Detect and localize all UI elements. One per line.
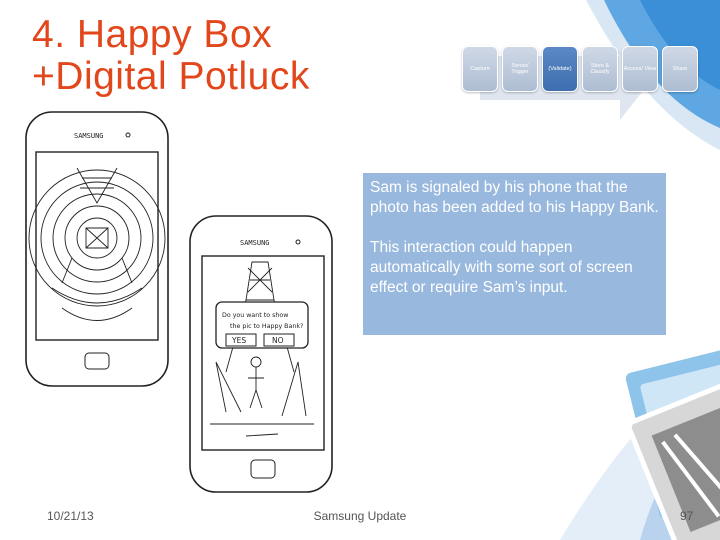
dialog-line-2: the pic to Happy Bank? (230, 323, 303, 330)
title-line-2: +Digital Potluck (32, 55, 310, 98)
info-paragraph-1: Sam is signaled by his phone that the ph… (370, 179, 659, 216)
phone1-brand: SAMSUNG (74, 132, 104, 140)
phone-sketch-swirl: SAMSUNG (25, 111, 169, 387)
dialog-yes-label: YES (231, 336, 246, 345)
step-validate: (Validate) (542, 46, 578, 92)
info-box: Sam is signaled by his phone that the ph… (363, 173, 666, 335)
phone-sketch-dialog: SAMSUNG Do you want to show the pic to H… (189, 215, 333, 493)
process-flow: Capture Sense/ Trigger (Validate) Store … (458, 30, 698, 130)
step-store-classify: Store & Classify (582, 46, 618, 92)
step-capture: Capture (462, 46, 498, 92)
step-access-view: Access/ View (622, 46, 658, 92)
footer-page-number: 97 (680, 509, 694, 523)
title-line-1: 4. Happy Box (32, 13, 273, 56)
step-sense-trigger: Sense/ Trigger (502, 46, 538, 92)
slide-title: 4. Happy Box +Digital Potluck (32, 14, 310, 98)
footer-title: Samsung Update (313, 509, 407, 523)
phone2-brand: SAMSUNG (240, 239, 270, 247)
step-share: Share (662, 46, 698, 92)
slide: 4. Happy Box +Digital Potluck Capture Se… (0, 0, 720, 540)
dialog-no-label: NO (272, 336, 284, 345)
info-paragraph-2: This interaction could happen automatica… (370, 239, 633, 296)
dialog-line-1: Do you want to show (222, 312, 288, 319)
